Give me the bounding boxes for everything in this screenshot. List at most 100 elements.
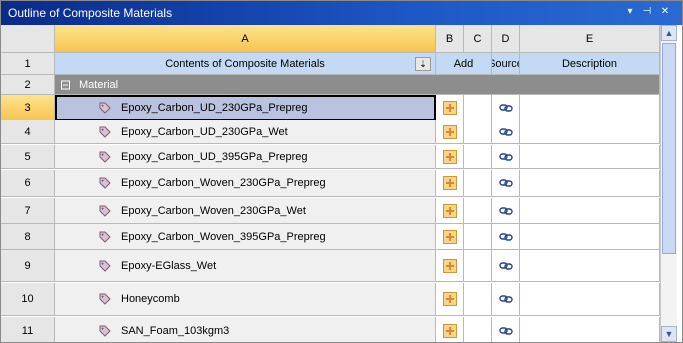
- add-cell[interactable]: [436, 198, 464, 224]
- material-cell[interactable]: SAN_Foam_103kgm3: [55, 317, 436, 342]
- empty-cell: [464, 283, 492, 316]
- link-icon[interactable]: [498, 103, 513, 113]
- material-cell[interactable]: Epoxy_Carbon_Woven_230GPa_Wet: [55, 198, 436, 224]
- material-tag-icon: [99, 260, 111, 272]
- material-tag-icon: [99, 151, 111, 163]
- add-cell[interactable]: [436, 317, 464, 342]
- material-name: Epoxy_Carbon_UD_230GPa_Wet: [121, 125, 288, 138]
- description-cell[interactable]: [520, 95, 660, 121]
- row-number[interactable]: 2: [1, 75, 55, 95]
- link-icon[interactable]: [498, 206, 513, 216]
- empty-cell: [464, 317, 492, 342]
- material-cell[interactable]: Epoxy_Carbon_Woven_395GPa_Prepreg: [55, 224, 436, 250]
- link-icon[interactable]: [498, 232, 513, 242]
- source-cell[interactable]: [492, 95, 520, 121]
- description-cell[interactable]: [520, 283, 660, 316]
- content-header[interactable]: Contents of Composite Materials ⇣: [55, 53, 436, 75]
- add-plus-icon[interactable]: [442, 203, 457, 218]
- add-plus-icon[interactable]: [442, 176, 457, 190]
- outline-grid: A B C D E 1 Contents of Composite Materi…: [1, 25, 660, 342]
- material-cell[interactable]: Epoxy_Carbon_UD_230GPa_Prepreg: [55, 95, 436, 121]
- chevron-down-icon[interactable]: ▾: [623, 5, 637, 19]
- empty-cell: [464, 145, 492, 169]
- link-icon[interactable]: [498, 152, 513, 162]
- add-plus-icon[interactable]: [442, 124, 457, 139]
- description-cell[interactable]: [520, 145, 660, 169]
- add-cell[interactable]: [436, 145, 464, 169]
- row-number[interactable]: 11: [1, 317, 55, 342]
- add-plus-icon[interactable]: [442, 100, 457, 115]
- column-header-d[interactable]: D: [492, 25, 520, 53]
- row-number[interactable]: 1: [1, 53, 55, 75]
- add-cell[interactable]: [436, 224, 464, 250]
- group-material-row[interactable]: Material: [55, 75, 660, 95]
- material-name: Epoxy_Carbon_Woven_395GPa_Prepreg: [121, 230, 326, 243]
- add-cell[interactable]: [436, 120, 464, 144]
- row-number[interactable]: 3: [1, 95, 55, 121]
- source-cell[interactable]: [492, 120, 520, 144]
- scroll-up-icon[interactable]: ▲: [661, 25, 677, 41]
- scroll-down-icon[interactable]: ▼: [661, 326, 677, 342]
- column-header-a[interactable]: A: [55, 25, 436, 53]
- add-cell[interactable]: [436, 95, 464, 121]
- pin-icon[interactable]: ⊣: [640, 5, 654, 19]
- description-cell[interactable]: [520, 250, 660, 282]
- add-plus-icon[interactable]: [442, 292, 457, 306]
- description-cell[interactable]: [520, 170, 660, 197]
- material-cell[interactable]: Epoxy-EGlass_Wet: [55, 250, 436, 282]
- material-tag-icon: [99, 177, 111, 189]
- vertical-scrollbar[interactable]: ▲ ▼: [660, 25, 677, 342]
- row-number[interactable]: 9: [1, 250, 55, 282]
- column-header-b[interactable]: B: [436, 25, 464, 53]
- add-plus-icon[interactable]: [442, 229, 457, 244]
- row-number[interactable]: 8: [1, 224, 55, 250]
- title-bar: Outline of Composite Materials ▾ ⊣ ✕: [1, 1, 682, 25]
- group-label: Material: [79, 78, 119, 91]
- source-cell[interactable]: [492, 145, 520, 169]
- material-cell[interactable]: Epoxy_Carbon_UD_395GPa_Prepreg: [55, 145, 436, 169]
- add-cell[interactable]: [436, 283, 464, 316]
- material-tag-icon: [99, 293, 111, 305]
- source-cell[interactable]: [492, 317, 520, 342]
- empty-cell: [464, 120, 492, 144]
- link-icon[interactable]: [498, 294, 513, 304]
- row-number[interactable]: 5: [1, 145, 55, 169]
- add-cell[interactable]: [436, 170, 464, 197]
- link-icon[interactable]: [498, 178, 513, 188]
- material-cell[interactable]: Honeycomb: [55, 283, 436, 316]
- description-cell[interactable]: [520, 120, 660, 144]
- close-icon[interactable]: ✕: [658, 5, 672, 19]
- material-name: Epoxy_Carbon_UD_395GPa_Prepreg: [121, 150, 308, 163]
- link-icon[interactable]: [498, 261, 513, 271]
- add-cell[interactable]: [436, 250, 464, 282]
- scroll-thumb[interactable]: [662, 43, 676, 254]
- add-plus-icon[interactable]: [442, 258, 457, 273]
- empty-cell: [464, 250, 492, 282]
- link-icon[interactable]: [498, 127, 513, 137]
- link-icon[interactable]: [498, 326, 513, 336]
- empty-cell: [464, 170, 492, 197]
- source-header: Source: [492, 53, 520, 75]
- collapse-icon[interactable]: [61, 80, 70, 89]
- description-cell[interactable]: [520, 317, 660, 342]
- row-number[interactable]: 6: [1, 170, 55, 197]
- material-name: Honeycomb: [121, 293, 180, 305]
- add-plus-icon[interactable]: [442, 323, 457, 338]
- source-cell[interactable]: [492, 250, 520, 282]
- sort-icon[interactable]: ⇣: [415, 56, 431, 71]
- material-name: SAN_Foam_103kgm3: [121, 324, 230, 337]
- material-cell[interactable]: Epoxy_Carbon_Woven_230GPa_Prepreg: [55, 170, 436, 197]
- source-cell[interactable]: [492, 170, 520, 197]
- column-header-c[interactable]: C: [464, 25, 492, 53]
- row-number[interactable]: 7: [1, 198, 55, 224]
- column-header-e[interactable]: E: [520, 25, 660, 53]
- material-cell[interactable]: Epoxy_Carbon_UD_230GPa_Wet: [55, 120, 436, 144]
- description-cell[interactable]: [520, 224, 660, 250]
- source-cell[interactable]: [492, 198, 520, 224]
- description-cell[interactable]: [520, 198, 660, 224]
- add-plus-icon[interactable]: [442, 149, 457, 164]
- row-number[interactable]: 4: [1, 120, 55, 144]
- row-number[interactable]: 10: [1, 283, 55, 316]
- source-cell[interactable]: [492, 283, 520, 316]
- source-cell[interactable]: [492, 224, 520, 250]
